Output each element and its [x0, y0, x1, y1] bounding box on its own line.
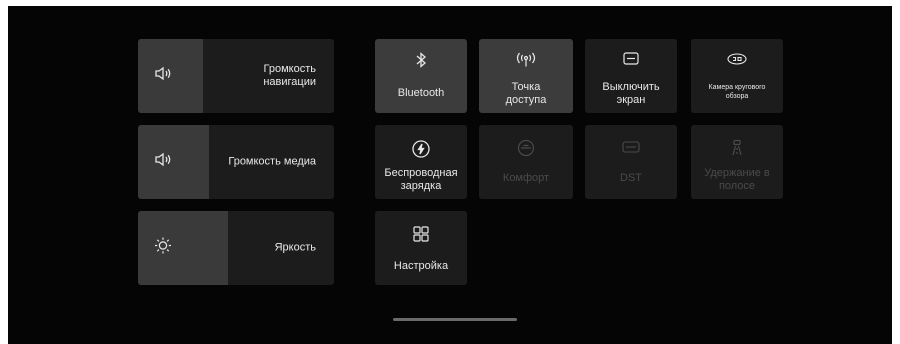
navigation-volume-slider[interactable]: Громкость навигации	[138, 39, 334, 113]
speaker-icon	[154, 66, 172, 87]
wireless-charging-tile[interactable]: Беспроводная зарядка	[375, 125, 467, 199]
drag-handle[interactable]	[393, 318, 517, 321]
lane-keep-label: Удержание в полосе	[704, 167, 770, 192]
brightness-level	[138, 211, 229, 285]
lane-keep-icon	[727, 139, 747, 162]
settings-tile[interactable]: Настройка	[375, 211, 467, 285]
screen-off-label: Выключить экран	[602, 81, 660, 106]
navigation-volume-label: Громкость навигации	[263, 63, 316, 88]
bluetooth-icon	[414, 51, 428, 74]
speaker-icon	[154, 152, 172, 173]
camera-360-label: Камера кругового обзора	[708, 84, 766, 100]
grid-icon	[412, 225, 430, 248]
screen-off-tile[interactable]: Выключить экран	[585, 39, 677, 113]
hotspot-tile[interactable]: Точка доступа	[479, 39, 573, 113]
dst-tile[interactable]: DST	[585, 125, 677, 199]
bluetooth-label: Bluetooth	[397, 87, 445, 99]
wireless-charging-icon	[411, 139, 431, 164]
bluetooth-tile[interactable]: Bluetooth	[375, 39, 467, 113]
hotspot-icon	[515, 51, 537, 74]
camera-360-icon	[726, 51, 748, 72]
comfort-icon	[516, 139, 536, 162]
media-volume-label: Громкость медиа	[228, 155, 316, 168]
dst-label: DST	[620, 172, 642, 184]
camera-360-tile[interactable]: Камера кругового обзора	[691, 39, 783, 113]
lane-keep-tile[interactable]: Удержание в полосе	[691, 125, 783, 199]
screen-off-icon	[622, 51, 640, 72]
hotspot-label: Точка доступа	[505, 81, 547, 106]
media-volume-slider[interactable]: Громкость медиа	[138, 125, 334, 199]
comfort-label: Комфорт	[502, 172, 550, 184]
wireless-charging-label: Беспроводная зарядка	[384, 167, 458, 192]
settings-label: Настройка	[393, 260, 449, 272]
brightness-label: Яркость	[274, 241, 316, 254]
sun-icon	[154, 237, 172, 260]
dst-icon	[621, 139, 641, 160]
comfort-tile[interactable]: Комфорт	[479, 125, 573, 199]
brightness-slider[interactable]: Яркость	[138, 211, 334, 285]
media-volume-level	[138, 125, 209, 199]
